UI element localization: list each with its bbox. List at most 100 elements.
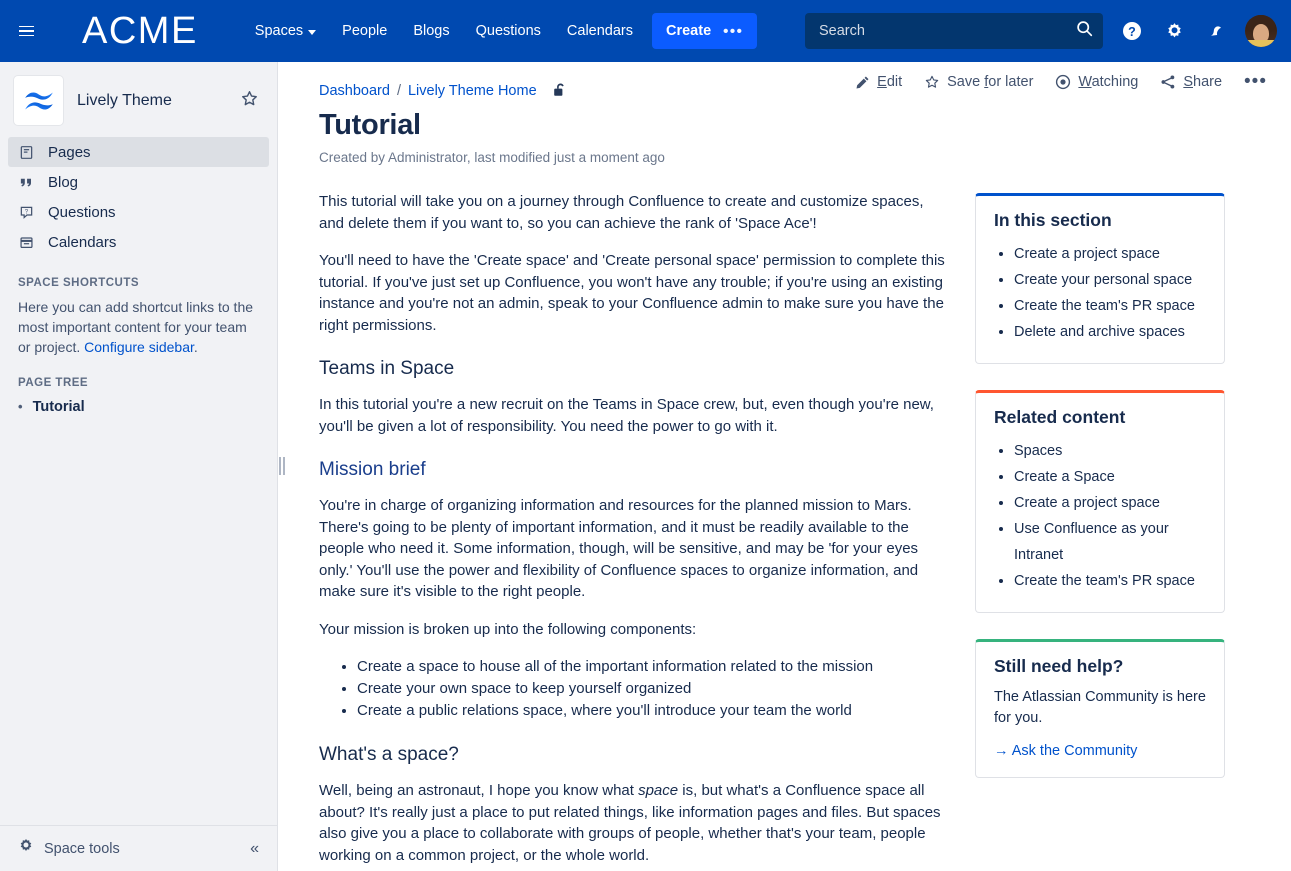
list-item[interactable]: Delete and archive spaces — [1014, 319, 1206, 345]
create-button[interactable]: Create ••• — [652, 13, 758, 49]
space-name-label[interactable]: Lively Theme — [77, 92, 226, 110]
heading-mission-brief: Mission brief — [319, 459, 426, 480]
share-button[interactable]: Share — [1160, 74, 1222, 90]
search-box[interactable] — [805, 13, 1103, 49]
svg-text:?: ? — [1128, 25, 1136, 39]
space-logo-icon[interactable] — [14, 76, 63, 125]
list-item[interactable]: Create your personal space — [1014, 267, 1206, 293]
mission-components-list: Create a space to house all of the impor… — [319, 656, 949, 722]
quote-icon — [18, 175, 35, 190]
list-item[interactable]: Create a Space — [1014, 464, 1206, 490]
share-label: Share — [1183, 74, 1223, 90]
space-shortcuts-help: Here you can add shortcut links to the m… — [0, 297, 277, 357]
panel-title: Still need help? — [994, 656, 1124, 676]
panel-in-this-section: In this section Create a project space C… — [975, 193, 1225, 364]
space-tools-gear-icon[interactable] — [18, 838, 34, 859]
settings-gear-icon[interactable] — [1161, 18, 1187, 44]
list-item[interactable]: Create the team's PR space — [1014, 568, 1206, 594]
nav-item-people[interactable]: People — [329, 15, 400, 47]
star-icon[interactable] — [240, 89, 263, 113]
page-tree-item-label: Tutorial — [32, 399, 85, 415]
brand-logo[interactable]: ACME — [82, 12, 198, 50]
calendar-icon — [18, 235, 35, 250]
create-label: Create — [666, 23, 712, 39]
create-more-icon[interactable]: ••• — [723, 23, 743, 40]
notifications-bell-icon[interactable] — [1203, 18, 1229, 44]
space-tools-bar: Space tools « — [0, 825, 277, 871]
panel-still-need-help: Still need help? The Atlassian Community… — [975, 639, 1225, 778]
list-item: Create your own space to keep yourself o… — [357, 678, 949, 700]
paragraph-with-emphasis: Well, being an astronaut, I hope you kno… — [319, 780, 949, 866]
search-icon[interactable] — [1076, 20, 1093, 42]
hamburger-menu-icon[interactable] — [0, 0, 52, 62]
nav-item-calendars[interactable]: Calendars — [554, 15, 646, 47]
list-item: Create a public relations space, where y… — [357, 700, 949, 722]
ask-the-community-link[interactable]: → Ask the Community — [994, 743, 1206, 759]
sidebar-item-questions[interactable]: ? Questions — [8, 197, 269, 227]
watching-label: Watching — [1078, 74, 1139, 90]
nav-label: Blogs — [413, 23, 450, 39]
paragraph: You're in charge of organizing informati… — [319, 497, 919, 600]
sidebar-item-label: Calendars — [48, 233, 117, 251]
chevron-double-left-icon[interactable]: « — [250, 840, 259, 858]
side-panels: In this section Create a project space C… — [975, 191, 1225, 871]
page-title: Tutorial — [319, 109, 421, 141]
more-actions-icon[interactable]: ••• — [1244, 72, 1267, 91]
space-tools-label[interactable]: Space tools — [44, 841, 240, 857]
page-action-bar: Edit Save for later Watching Share ••• — [855, 72, 1267, 91]
sidebar-item-label: Blog — [48, 173, 79, 191]
user-avatar[interactable] — [1245, 15, 1277, 47]
list-item[interactable]: Use Confluence as your Intranet — [1014, 516, 1206, 568]
edit-label: Edit — [877, 74, 903, 90]
list-item[interactable]: Create a project space — [1014, 241, 1206, 267]
list-item[interactable]: Spaces — [1014, 438, 1206, 464]
save-for-later-label: Save for later — [947, 74, 1034, 90]
sidebar-item-pages[interactable]: Pages — [8, 137, 269, 167]
heading-whats-a-space: What's a space? — [319, 744, 459, 765]
article-body: This tutorial will take you on a journey… — [319, 191, 949, 871]
panel-list: Spaces Create a Space Create a project s… — [994, 438, 1206, 594]
help-icon[interactable]: ? — [1119, 18, 1145, 44]
watching-button[interactable]: Watching — [1055, 74, 1138, 90]
paragraph: In this tutorial you're a new recruit on… — [319, 396, 934, 435]
pages-icon — [18, 145, 35, 160]
nav-item-spaces[interactable]: Spaces — [242, 15, 329, 47]
breadcrumb-dashboard[interactable]: Dashboard — [319, 83, 390, 99]
list-item[interactable]: Create the team's PR space — [1014, 293, 1206, 319]
sidebar-item-blog[interactable]: Blog — [8, 167, 269, 197]
svg-text:?: ? — [25, 208, 29, 215]
sidebar-resize-handle[interactable] — [277, 455, 287, 477]
chevron-down-icon — [308, 29, 317, 35]
edit-button[interactable]: Edit — [855, 74, 902, 90]
paragraph: You'll need to have the 'Create space' a… — [319, 252, 945, 334]
panel-list: Create a project space Create your perso… — [994, 241, 1206, 345]
save-for-later-button[interactable]: Save for later — [924, 74, 1033, 90]
primary-nav: Spaces People Blogs Questions Calendars … — [242, 0, 758, 62]
configure-sidebar-link[interactable]: Configure sidebar — [84, 339, 194, 355]
panel-title: Related content — [994, 407, 1126, 427]
breadcrumb-space-home[interactable]: Lively Theme Home — [408, 83, 537, 99]
list-item[interactable]: Create a project space — [1014, 490, 1206, 516]
unlocked-padlock-icon[interactable] — [552, 82, 568, 99]
list-item: Create a space to house all of the impor… — [357, 656, 949, 678]
page-tree-item-tutorial[interactable]: • Tutorial — [18, 397, 259, 417]
nav-label: Questions — [475, 23, 541, 39]
sidebar-item-label: Pages — [48, 143, 91, 161]
space-shortcuts-heading: SPACE SHORTCUTS — [18, 277, 140, 289]
heading-teams-in-space: Teams in Space — [319, 358, 455, 379]
search-input[interactable] — [819, 23, 1076, 39]
page-metadata: Created by Administrator, last modified … — [319, 150, 665, 165]
top-navigation-bar: ACME Spaces People Blogs Questions Calen… — [0, 0, 1291, 62]
bullet-icon: • — [18, 399, 23, 414]
page-tree-heading: PAGE TREE — [18, 377, 89, 389]
text-part-a: Well, being an astronaut, I hope you kno… — [319, 782, 639, 799]
nav-label: Spaces — [254, 23, 304, 39]
eye-icon — [1055, 74, 1071, 90]
sidebar-item-calendars[interactable]: Calendars — [8, 227, 269, 257]
sidebar-nav-list: Pages Blog ? Questions Calendars — [0, 137, 277, 257]
nav-item-questions[interactable]: Questions — [463, 15, 554, 47]
content-layout: This tutorial will take you on a journey… — [279, 165, 1291, 871]
nav-item-blogs[interactable]: Blogs — [400, 15, 462, 47]
nav-label: Calendars — [566, 23, 633, 39]
star-icon — [924, 74, 940, 90]
